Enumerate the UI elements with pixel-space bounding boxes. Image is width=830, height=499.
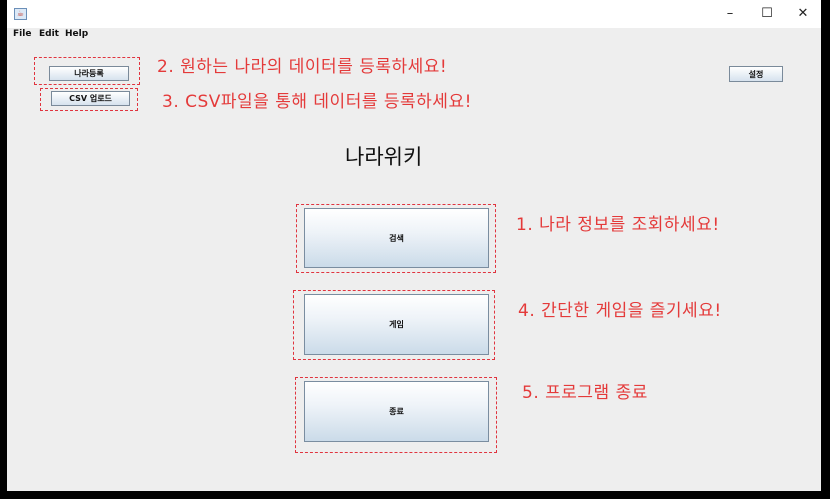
csv-upload-button[interactable]: CSV 업로드 (51, 91, 130, 106)
exit-button[interactable]: 종료 (304, 381, 489, 442)
register-country-button[interactable]: 나라등록 (49, 66, 129, 81)
menu-help[interactable]: Help (65, 29, 88, 39)
menu-bar: File Edit Help (7, 28, 821, 44)
annotation-game: 4. 간단한 게임을 즐기세요! (518, 301, 722, 321)
menu-file[interactable]: File (13, 29, 31, 39)
annotation-search: 1. 나라 정보를 조회하세요! (516, 215, 720, 235)
annotation-csv: 3. CSV파일을 통해 데이터를 등록하세요! (162, 92, 472, 112)
settings-button[interactable]: 설정 (729, 66, 783, 82)
menu-edit[interactable]: Edit (39, 29, 59, 39)
minimize-button[interactable]: – (712, 0, 748, 28)
app-title: 나라위키 (345, 145, 423, 169)
app-window: ☕ – ☐ ✕ File Edit Help 나라등록 CSV 업로드 2. 원… (7, 0, 821, 491)
annotation-register: 2. 원하는 나라의 데이터를 등록하세요! (157, 57, 448, 77)
maximize-button[interactable]: ☐ (749, 0, 785, 28)
close-button[interactable]: ✕ (785, 0, 821, 28)
annotation-exit: 5. 프로그램 종료 (522, 383, 648, 403)
title-bar: ☕ – ☐ ✕ (7, 0, 821, 28)
game-button[interactable]: 게임 (304, 294, 489, 355)
search-button[interactable]: 검색 (304, 208, 489, 268)
java-app-icon: ☕ (14, 8, 27, 20)
